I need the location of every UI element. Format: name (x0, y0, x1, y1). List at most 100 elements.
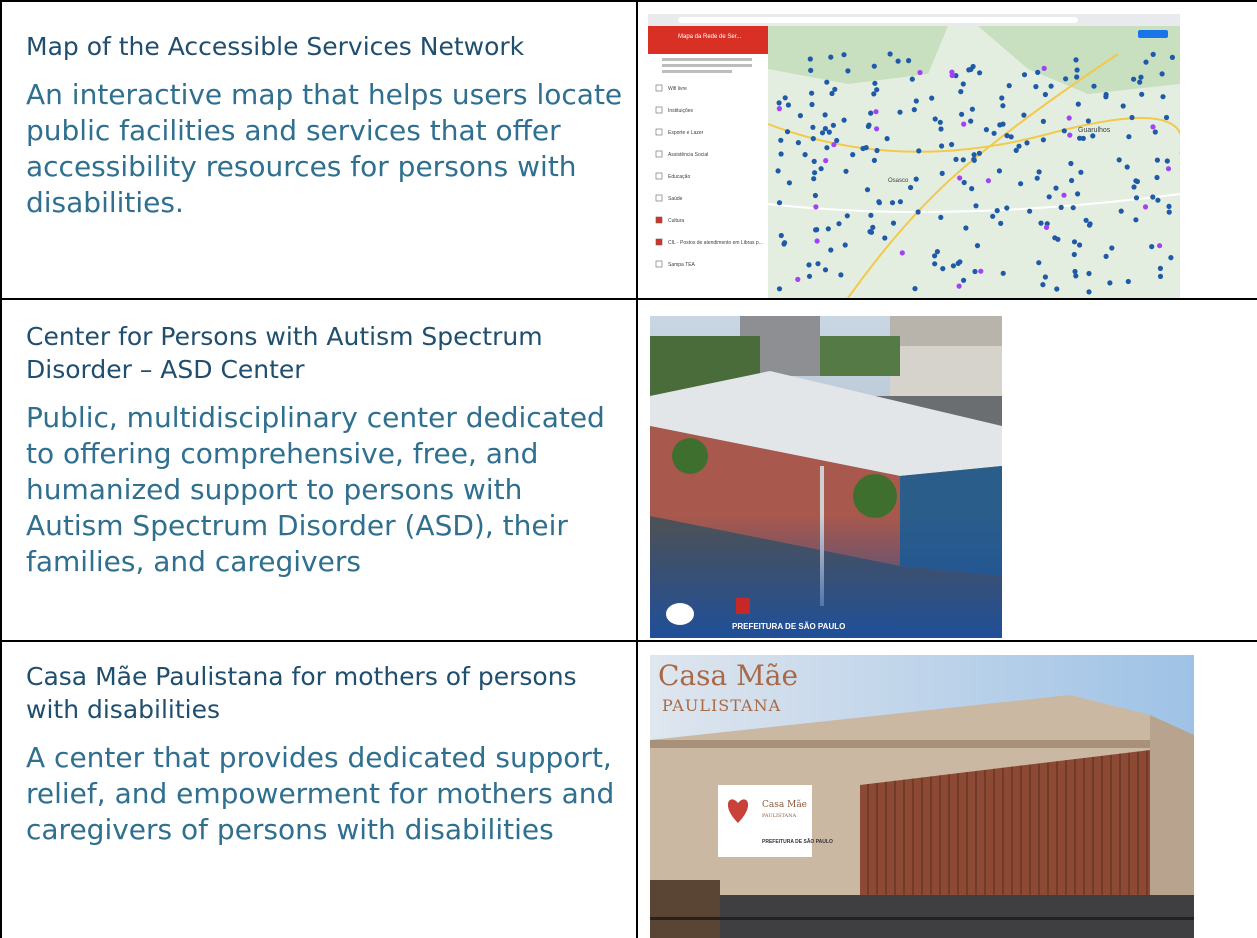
map-pin-icon (1116, 157, 1122, 163)
map-pin-icon (1126, 134, 1132, 140)
map-pin-icon (961, 277, 967, 283)
map-pin-icon (1090, 133, 1096, 139)
map-filter-label: Assistência Social (668, 152, 708, 158)
row-title: Map of the Accessible Services Network (26, 32, 525, 61)
map-pin-icon (1061, 192, 1067, 198)
map-pin-icon (1055, 236, 1061, 242)
facade-sign-line2: PAULISTANA (662, 696, 781, 715)
map-pin-icon (806, 262, 812, 268)
map-pin-icon (1160, 94, 1166, 100)
map-pin-icon (810, 124, 816, 130)
map-pin-icon (958, 89, 964, 95)
map-pin-icon (976, 150, 982, 156)
map-pin-icon (872, 80, 878, 86)
map-pin-icon (1027, 208, 1033, 214)
map-pin-icon (1070, 205, 1076, 211)
map-pin-icon (968, 118, 974, 124)
map-pin-icon (960, 81, 966, 87)
map-place-label: Guarulhos (1078, 127, 1111, 134)
map-pin-icon (843, 168, 849, 174)
map-pin-icon (1086, 222, 1093, 228)
map-pin-icon (940, 266, 946, 272)
map-pin-icon (1120, 103, 1126, 109)
map-pin-icon (822, 267, 829, 273)
map-pin-icon (1109, 245, 1115, 251)
map-pin-icon (1038, 220, 1044, 226)
table-border-left (0, 0, 2, 938)
map-pin-icon (1150, 51, 1156, 58)
map-pin-icon (823, 158, 829, 164)
map-pin-icon (971, 152, 977, 158)
map-pin-icon (956, 283, 962, 289)
map-pin-icon (778, 151, 784, 157)
map-pin-icon (1063, 76, 1069, 82)
map-pin-icon (959, 111, 965, 117)
map-pin-icon (897, 199, 903, 205)
map-pin-icon (871, 63, 877, 69)
map-pin-icon (1066, 115, 1072, 121)
map-pin-icon (1103, 94, 1109, 100)
map-pin-icon (776, 286, 783, 292)
map-pin-icon (961, 179, 967, 186)
table-border-top (0, 0, 1257, 2)
map-pin-icon (1083, 217, 1089, 223)
map-pin-icon (985, 178, 991, 184)
map-pin-icon (1074, 67, 1080, 73)
map-pin-icon (1071, 239, 1078, 245)
map-pin-icon (996, 168, 1002, 174)
map-pin-icon (870, 224, 876, 230)
map-pin-icon (1091, 83, 1097, 89)
map-pin-icon (1139, 91, 1145, 97)
map-filter-label: Esporte e Lazer (668, 130, 704, 136)
map-pin-icon (806, 273, 813, 279)
banner-title: Casa Mãe (762, 799, 807, 810)
map-pin-icon (824, 145, 830, 151)
map-pin-icon (1040, 282, 1046, 288)
map-filter-checkbox (655, 172, 663, 180)
map-pin-icon (812, 192, 818, 199)
map-pin-icon (961, 121, 967, 127)
row-divider-2 (0, 640, 1257, 642)
map-pin-icon (1085, 118, 1091, 124)
map-pin-icon (912, 286, 918, 292)
map-pin-icon (778, 232, 784, 239)
map-filter-checkbox (655, 128, 663, 136)
map-pin-icon (824, 79, 830, 85)
map-pin-icon (983, 127, 989, 133)
map-filter-label: Educação (668, 174, 690, 180)
map-pin-icon (890, 220, 897, 226)
map-pin-icon (1107, 280, 1113, 286)
map-pin-icon (1071, 251, 1077, 258)
map-pin-icon (1159, 71, 1165, 77)
map-pin-icon (1152, 129, 1158, 135)
map-pin-icon (828, 247, 834, 253)
map-pin-icon (977, 70, 983, 76)
map-pin-icon (1004, 133, 1010, 139)
map-pin-icon (865, 123, 871, 129)
map-pin-icon (949, 69, 955, 75)
map-pin-icon (916, 148, 922, 154)
map-pin-icon (828, 54, 834, 60)
map-pin-icon (978, 268, 984, 274)
map-filter-checkbox (655, 194, 663, 202)
map-pin-icon (1077, 135, 1083, 141)
map-pin-icon (972, 268, 978, 275)
map-pin-icon (850, 152, 856, 158)
map-pin-icon (960, 157, 966, 163)
map-pin-icon (884, 136, 890, 142)
map-pin-icon (1155, 197, 1161, 203)
map-pin-icon (909, 76, 915, 82)
map-pin-icon (1006, 83, 1012, 89)
map-pin-icon (812, 170, 818, 176)
map-pin-icon (1154, 157, 1160, 163)
map-pin-icon (871, 157, 877, 163)
map-pin-icon (1033, 84, 1039, 90)
map-pin-icon (1024, 140, 1030, 146)
map-pin-icon (1021, 72, 1028, 78)
map-pin-icon (1042, 91, 1048, 98)
map-pin-icon (889, 200, 896, 206)
map-pin-icon (882, 235, 888, 241)
map-pin-icon (786, 180, 792, 186)
map-pin-icon (825, 226, 831, 232)
map-pin-icon (871, 91, 877, 97)
